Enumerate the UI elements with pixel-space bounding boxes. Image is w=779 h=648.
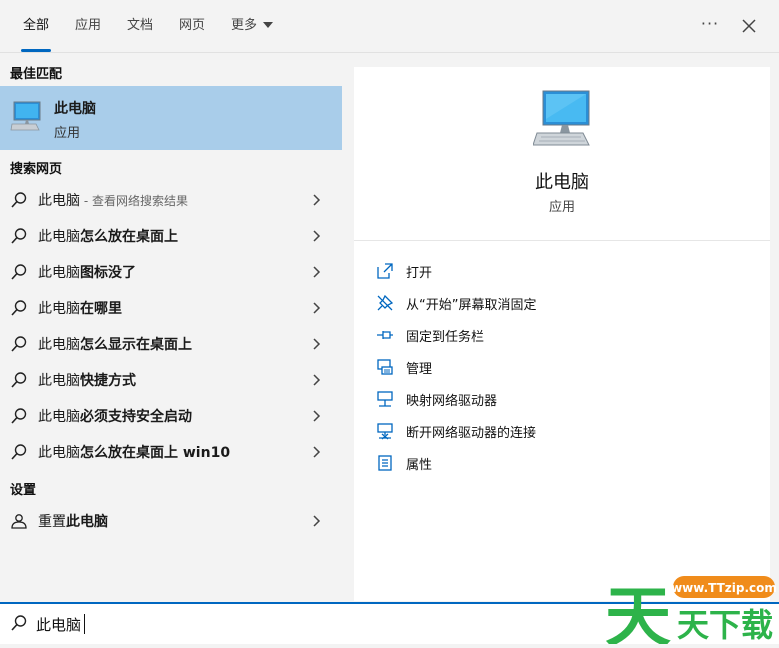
preview-title: 此电脑 [535, 172, 589, 193]
close-icon [742, 19, 756, 33]
result-hint: - 查看网络搜索结果 [80, 194, 188, 208]
web-result-item[interactable]: 此电脑怎么放在桌面上 [0, 218, 342, 254]
pin-icon [377, 331, 393, 339]
result-prefix: 此电脑 [38, 193, 80, 209]
result-bold: 快捷方式 [80, 373, 136, 389]
result-prefix: 此电脑 [38, 409, 80, 425]
result-prefix: 此电脑 [38, 265, 80, 281]
tab-apps[interactable]: 应用 [75, 0, 101, 52]
chevron-right-icon [313, 410, 321, 422]
result-bold: 图标没了 [80, 265, 136, 281]
action-label: 映射网络驱动器 [406, 394, 498, 409]
watermark-logo: 天 www.TTzip.com 天下载 [603, 566, 779, 648]
best-match-header: 最佳匹配 [10, 67, 63, 82]
chevron-right-icon [313, 230, 321, 242]
svg-text:www.TTzip.com: www.TTzip.com [671, 581, 777, 595]
result-prefix: 此电脑 [38, 229, 80, 245]
web-result-item[interactable]: 此电脑快捷方式 [0, 362, 342, 398]
tab-documents[interactable]: 文档 [127, 0, 153, 52]
chevron-right-icon [313, 338, 321, 350]
open-icon [377, 263, 393, 279]
tab-web[interactable]: 网页 [179, 0, 205, 52]
web-result-item[interactable]: 此电脑必须支持安全启动 [0, 398, 342, 434]
result-bold: 必须支持安全启动 [80, 409, 192, 425]
search-icon [11, 228, 27, 244]
search-icon [11, 615, 27, 631]
search-icon [11, 192, 27, 208]
result-prefix: 此电脑 [38, 337, 80, 353]
this-pc-large-icon [533, 90, 590, 146]
chevron-down-icon [263, 21, 274, 28]
action-label: 管理 [406, 362, 433, 377]
result-bold: 在哪里 [80, 301, 122, 317]
result-bold: 此电脑 [66, 514, 108, 530]
tab-more[interactable]: 更多 [231, 0, 274, 52]
result-bold: 怎么显示在桌面上 [80, 337, 192, 353]
chevron-right-icon [313, 194, 321, 206]
best-match-item[interactable]: 此电脑 应用 [0, 86, 342, 150]
result-prefix: 此电脑 [38, 445, 80, 461]
action-label: 固定到任务栏 [406, 330, 485, 345]
map-drive-icon [377, 391, 393, 407]
result-prefix: 此电脑 [38, 373, 80, 389]
search-tabs-bar: 全部 应用 文档 网页 更多 ··· [0, 0, 779, 53]
web-result-item[interactable]: 此电脑图标没了 [0, 254, 342, 290]
chevron-right-icon [313, 266, 321, 278]
result-bold: 怎么放在桌面上 win10 [80, 445, 231, 461]
more-options-button[interactable]: ··· [698, 14, 722, 38]
settings-header: 设置 [10, 483, 37, 498]
chevron-right-icon [313, 515, 321, 527]
result-prefix: 此电脑 [38, 301, 80, 317]
web-result-item[interactable]: 此电脑 - 查看网络搜索结果 [0, 182, 342, 218]
result-prefix: 重置 [38, 514, 66, 530]
web-result-item[interactable]: 此电脑怎么放在桌面上 win10 [0, 434, 342, 470]
action-label: 属性 [406, 458, 433, 473]
search-icon [11, 372, 27, 388]
preview-pane: 此电脑 应用 打开从“开始”屏幕取消固定 固定到任务栏 管理映射网络驱动器断开网络驱… [354, 67, 770, 601]
results-pane: 最佳匹配 此电脑 应用 搜索网页 此电脑 - 查看网络搜索结果 此电脑怎么放在桌面… [0, 53, 342, 601]
search-icon [11, 264, 27, 280]
tab-all[interactable]: 全部 [20, 0, 52, 52]
action-label: 从“开始”屏幕取消固定 [406, 298, 537, 313]
web-search-header: 搜索网页 [10, 162, 63, 177]
disconnect-drive-icon [377, 423, 393, 440]
close-button[interactable] [736, 13, 762, 39]
manage-icon [377, 359, 393, 375]
properties-icon [378, 455, 392, 471]
chevron-right-icon [313, 446, 321, 458]
search-icon [11, 300, 27, 316]
chevron-right-icon [313, 374, 321, 386]
web-result-item[interactable]: 此电脑怎么显示在桌面上 [0, 326, 342, 362]
result-bold: 怎么放在桌面上 [80, 229, 178, 245]
action-label: 打开 [406, 266, 433, 281]
preview-subtitle: 应用 [548, 200, 575, 215]
action-label: 断开网络驱动器的连接 [406, 426, 537, 441]
search-icon [11, 336, 27, 352]
reset-icon [11, 514, 27, 529]
web-result-item[interactable]: 此电脑在哪里 [0, 290, 342, 326]
search-input[interactable] [36, 611, 576, 637]
svg-text:天: 天 [605, 579, 671, 644]
best-match-title: 此电脑 [54, 101, 96, 117]
best-match-subtitle: 应用 [54, 126, 81, 141]
search-icon [11, 444, 27, 460]
this-pc-icon [10, 101, 41, 131]
chevron-right-icon [313, 302, 321, 314]
unpin-icon [377, 294, 394, 311]
settings-item-reset-pc[interactable]: 重置此电脑 [0, 503, 342, 539]
text-caret [84, 614, 85, 634]
search-icon [11, 408, 27, 424]
divider [354, 240, 770, 241]
svg-text:天下载: 天下载 [677, 606, 773, 644]
